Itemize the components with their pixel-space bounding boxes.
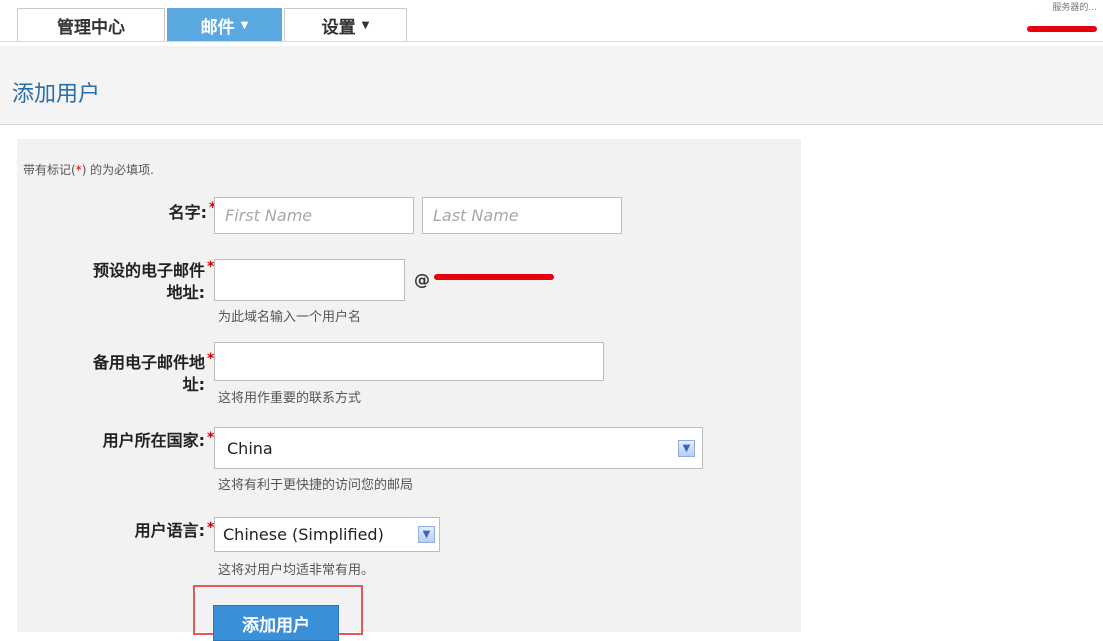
tab-label: 邮件: [200, 18, 235, 38]
country-select[interactable]: China ▼: [214, 427, 703, 469]
tab-settings[interactable]: 设置 ▼: [284, 8, 407, 42]
page-header: 添加用户: [0, 46, 1103, 125]
email-label-line2: 地址:: [166, 283, 205, 302]
country-hint: 这将有利于更快捷的访问您的邮局: [218, 478, 414, 493]
chevron-down-icon[interactable]: ▼: [678, 440, 695, 457]
at-sign: @: [414, 270, 430, 289]
caret-down-icon: ▼: [240, 20, 249, 31]
email-label: 预设的电子邮件 地址:: [17, 260, 205, 304]
alt-email-hint: 这将用作重要的联系方式: [218, 391, 362, 406]
add-user-form: 带有标记(*) 的为必填项. 名字: * 预设的电子邮件 地址: * @ 为此域…: [17, 139, 801, 641]
alt-email-label-line1: 备用电子邮件地: [92, 353, 205, 372]
email-label-line1: 预设的电子邮件: [92, 261, 205, 280]
required-note-suffix: ) 的为必填项.: [81, 163, 154, 177]
chevron-down-icon[interactable]: ▼: [418, 526, 435, 543]
language-value: Chinese (Simplified): [223, 525, 384, 544]
required-note-prefix: 带有标记(: [23, 163, 76, 177]
tab-label: 管理中心: [57, 18, 125, 38]
page-title: 添加用户: [12, 82, 101, 107]
alt-email-input[interactable]: [214, 342, 604, 381]
email-hint: 为此域名输入一个用户名: [218, 310, 362, 325]
name-label: 名字:: [168, 203, 207, 222]
user-area: 服务器的...: [1007, 0, 1097, 40]
alt-email-label: 备用电子邮件地 址:: [17, 352, 205, 396]
redaction-mark: [1027, 26, 1097, 32]
last-name-input[interactable]: [422, 197, 622, 234]
tab-admin-center[interactable]: 管理中心: [17, 8, 165, 42]
alt-email-label-line2: 址:: [182, 375, 205, 394]
nav-divider: [0, 41, 1103, 42]
user-text: 服务器的...: [1052, 3, 1097, 13]
country-label: 用户所在国家:: [102, 431, 205, 450]
required-note: 带有标记(*) 的为必填项.: [23, 161, 154, 178]
first-name-input[interactable]: [214, 197, 414, 234]
language-select[interactable]: Chinese (Simplified) ▼: [214, 517, 440, 552]
add-user-button[interactable]: 添加用户: [213, 605, 339, 641]
language-hint: 这将对用户均适非常有用。: [218, 563, 375, 578]
top-nav: 管理中心 邮件 ▼ 设置 ▼ 服务器的...: [0, 0, 1103, 46]
email-username-input[interactable]: [214, 259, 405, 301]
tab-label: 设置: [321, 18, 356, 38]
domain-redaction: [434, 274, 554, 280]
language-label: 用户语言:: [134, 521, 205, 540]
caret-down-icon: ▼: [361, 20, 370, 31]
country-value: China: [227, 438, 273, 458]
submit-highlight: 添加用户: [193, 585, 363, 641]
tab-mail[interactable]: 邮件 ▼: [167, 8, 282, 42]
